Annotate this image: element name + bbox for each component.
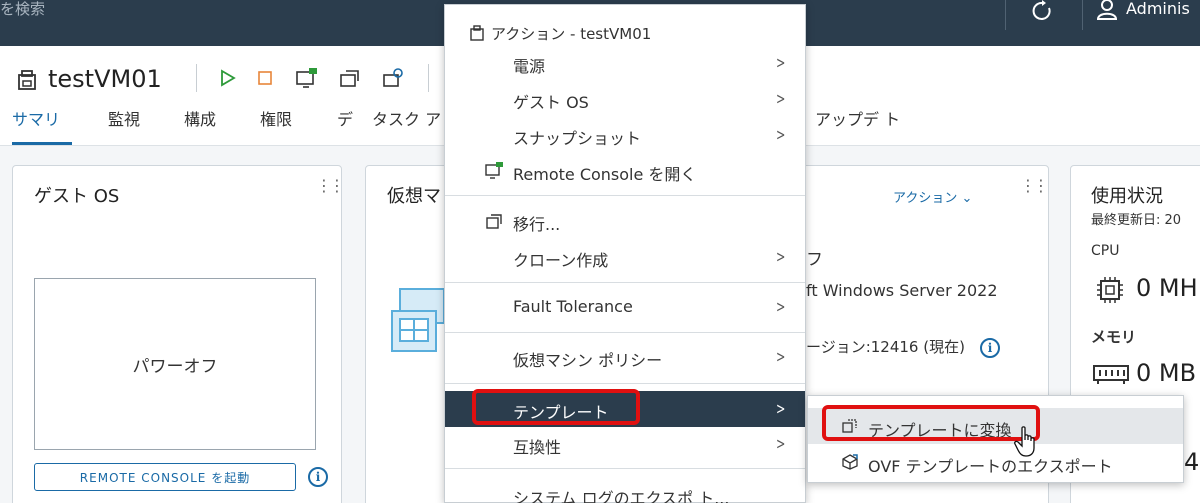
- active-tab-indicator: [12, 142, 72, 145]
- vm-illustration-icon: [388, 285, 445, 355]
- menu-item-label: 移行...: [513, 215, 561, 234]
- vm-details-card-title: 仮想マ: [387, 186, 441, 207]
- guest-os-value: ft Windows Server 2022: [806, 281, 998, 300]
- menu-item-label: 電源: [513, 57, 546, 76]
- refresh-icon[interactable]: [1030, 0, 1054, 22]
- guest-os-card-title: ゲスト OS: [34, 186, 120, 207]
- info-icon[interactable]: i: [980, 338, 1000, 358]
- memory-icon: [1092, 362, 1130, 386]
- chevron-right-icon: >: [775, 247, 785, 266]
- memory-usage-value: 0 MB: [1136, 359, 1197, 387]
- divider: [1082, 0, 1083, 30]
- menu-item-label: 仮想マシン ポリシー: [513, 351, 663, 370]
- annotation-highlight-box: [472, 389, 640, 425]
- chevron-right-icon: >: [775, 434, 785, 453]
- menu-item-label: ゲスト OS: [513, 93, 589, 112]
- tab-updates[interactable]: アップデ ト: [815, 110, 900, 130]
- cpu-label: CPU: [1091, 243, 1120, 259]
- actions-context-menu: アクション - testVM01 電源 > ゲスト OS > スナップショット …: [444, 4, 806, 503]
- menu-item-migrate[interactable]: 移行...: [445, 203, 805, 239]
- power-state-value: フ: [806, 250, 823, 270]
- migrate-button[interactable]: [338, 66, 362, 90]
- usage-card-title: 使用状況: [1091, 186, 1163, 207]
- chevron-right-icon: >: [775, 89, 785, 108]
- storage-usage-value: 4: [1184, 448, 1200, 476]
- remote-console-icon: [485, 162, 503, 180]
- menu-header: アクション - testVM01: [491, 25, 652, 43]
- menu-item-label: クローン作成: [513, 251, 609, 270]
- power-on-button[interactable]: [216, 66, 240, 90]
- cpu-usage-value: 0 MH: [1136, 274, 1198, 302]
- menu-item-power[interactable]: 電源 >: [445, 45, 805, 81]
- tab-summary[interactable]: サマリ: [12, 110, 60, 130]
- menu-item-label: スナップショット: [513, 129, 642, 148]
- menu-item-guest-os[interactable]: ゲスト OS >: [445, 81, 805, 117]
- menu-divider: [445, 332, 805, 333]
- console-preview[interactable]: パワーオフ: [34, 278, 316, 450]
- tab-permissions[interactable]: 権限: [260, 110, 292, 130]
- power-state-label: パワーオフ: [132, 356, 218, 377]
- chevron-right-icon: >: [775, 347, 785, 366]
- chevron-right-icon: >: [775, 53, 785, 72]
- memory-label: メモリ: [1091, 328, 1137, 346]
- launch-console-button[interactable]: [295, 66, 319, 90]
- vm-icon: [16, 69, 38, 91]
- info-icon[interactable]: i: [308, 467, 328, 487]
- divider: [1005, 0, 1006, 30]
- page-title: testVM01: [48, 65, 162, 93]
- migrate-icon: [485, 212, 503, 230]
- vm-version-value: ージョン:12416 (現在): [806, 338, 965, 356]
- hand-cursor-icon: [1014, 426, 1040, 458]
- divider: [428, 64, 429, 92]
- tab-configure[interactable]: 構成: [184, 110, 216, 130]
- menu-item-label: システム ログのエクスポ ト...: [513, 489, 730, 503]
- chevron-right-icon: >: [775, 297, 785, 316]
- last-updated-label: 最終更新日: 20: [1091, 213, 1182, 228]
- menu-item-label: Remote Console を開く: [513, 165, 697, 184]
- cpu-icon: [1095, 275, 1125, 305]
- menu-item-open-remote-console[interactable]: Remote Console を開く: [445, 153, 805, 189]
- menu-item-fault-tolerance[interactable]: Fault Tolerance >: [445, 289, 805, 325]
- menu-item-compatibility[interactable]: 互換性 >: [445, 426, 805, 462]
- menu-item-clone[interactable]: クローン作成 >: [445, 239, 805, 275]
- menu-divider: [445, 383, 805, 384]
- menu-divider: [445, 468, 805, 469]
- power-off-button[interactable]: [253, 66, 277, 90]
- divider: [196, 64, 197, 92]
- menu-item-label: 互換性: [513, 438, 562, 457]
- user-icon[interactable]: [1096, 0, 1118, 20]
- user-name[interactable]: Adminis: [1126, 0, 1190, 18]
- global-search-input[interactable]: を検索: [0, 0, 45, 18]
- menu-item-vm-policy[interactable]: 仮想マシン ポリシー >: [445, 339, 805, 375]
- snapshot-button[interactable]: [381, 66, 405, 90]
- drag-handle-icon[interactable]: ⋮⋮: [1020, 176, 1049, 195]
- menu-item-label: OVF テンプレートのエクスポート: [868, 457, 1113, 476]
- actions-dropdown[interactable]: アクション ⌄: [893, 187, 972, 206]
- annotation-highlight-box: [822, 405, 1040, 441]
- launch-remote-console-button[interactable]: REMOTE CONSOLE を起動: [34, 463, 296, 491]
- menu-item-export-ovf-template[interactable]: OVF テンプレートのエクスポート: [808, 444, 1183, 480]
- tab-tasks-events[interactable]: タスク ア: [372, 110, 441, 130]
- menu-divider: [445, 282, 805, 283]
- export-ovf-icon: [842, 454, 858, 470]
- menu-divider: [445, 195, 805, 196]
- chevron-right-icon: >: [775, 399, 785, 418]
- vm-icon: [469, 25, 485, 41]
- tab-monitor[interactable]: 監視: [108, 110, 140, 130]
- tab-datastores[interactable]: デ: [337, 110, 353, 130]
- chevron-right-icon: >: [775, 125, 785, 144]
- menu-item-snapshots[interactable]: スナップショット >: [445, 117, 805, 153]
- drag-handle-icon[interactable]: ⋮⋮: [316, 176, 345, 195]
- menu-item-export-system-logs[interactable]: システム ログのエクスポ ト...: [445, 477, 805, 503]
- menu-item-label: Fault Tolerance: [513, 297, 633, 316]
